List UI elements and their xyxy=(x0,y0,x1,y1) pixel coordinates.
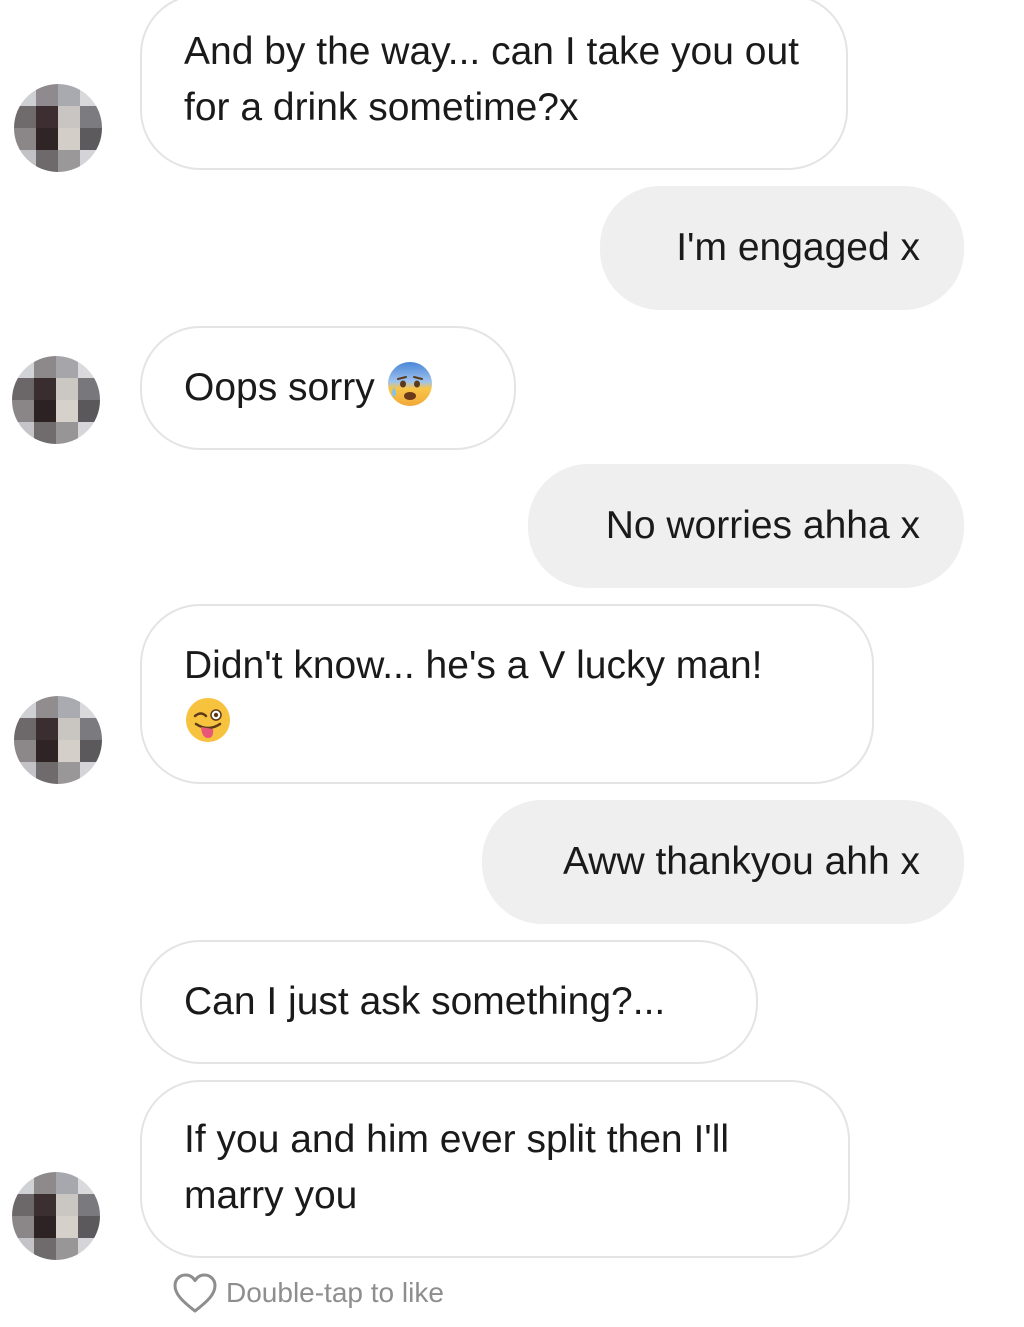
winking-face-with-tongue-icon xyxy=(186,698,230,742)
anxious-face-with-sweat-icon xyxy=(387,362,432,406)
heart-outline-icon[interactable] xyxy=(172,1272,218,1314)
avatar-pixelated[interactable] xyxy=(14,84,102,172)
like-hint-text: Double-tap to like xyxy=(226,1277,444,1308)
message-text: Didn't know... he's a V lucky man! xyxy=(184,644,763,687)
message-text: If you and him ever split then I'll marr… xyxy=(184,1118,730,1217)
avatar-pixelated[interactable] xyxy=(12,1172,100,1260)
message-bubble-incoming[interactable]: Didn't know... he's a V lucky man! xyxy=(140,604,874,784)
message-text: I'm engaged x xyxy=(676,226,920,269)
message-bubble-incoming[interactable]: If you and him ever split then I'll marr… xyxy=(140,1080,850,1258)
avatar-pixelated[interactable] xyxy=(14,696,102,784)
chat-thread: And by the way... can I take you out for… xyxy=(0,0,1024,1327)
message-bubble-outgoing[interactable]: I'm engaged x xyxy=(600,186,964,310)
message-text: No worries ahha x xyxy=(605,504,920,547)
message-bubble-outgoing[interactable]: Aww thankyou ahh x xyxy=(482,800,964,924)
message-bubble-incoming[interactable]: And by the way... can I take you out for… xyxy=(140,0,848,170)
message-text: Can I just ask something?... xyxy=(184,980,666,1023)
message-bubble-incoming[interactable]: Oops sorry xyxy=(140,326,516,450)
double-tap-like-hint[interactable]: Double-tap to like xyxy=(172,1272,444,1314)
message-bubble-outgoing[interactable]: No worries ahha x xyxy=(528,464,964,588)
avatar-pixelated[interactable] xyxy=(12,356,100,444)
message-bubble-incoming[interactable]: Can I just ask something?... xyxy=(140,940,758,1064)
message-text: And by the way... can I take you out for… xyxy=(184,30,799,129)
message-text: Oops sorry xyxy=(184,366,375,409)
message-text: Aww thankyou ahh x xyxy=(563,840,920,883)
